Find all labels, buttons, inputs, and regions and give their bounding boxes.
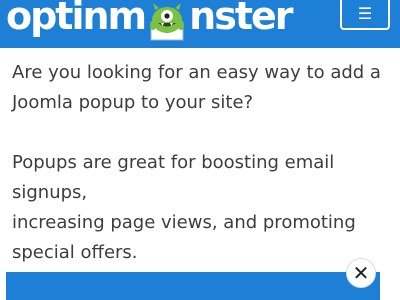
benefits-line-3: special offers. [12, 242, 138, 263]
optinmonster-logo[interactable]: optinm nster [6, 0, 294, 41]
close-icon: ✕ [352, 261, 370, 285]
popup-banner[interactable] [6, 272, 380, 300]
hamburger-menu-button[interactable]: ☰ [340, 0, 390, 30]
logo-text-right: nster [189, 0, 293, 38]
logo-text-left: optinm [6, 0, 147, 38]
intro-line-1: Are you looking for an easy way to add a [12, 62, 381, 83]
site-header: optinm nster ☰ [0, 0, 400, 48]
intro-paragraph: Are you looking for an easy way to add a… [12, 58, 392, 118]
hamburger-menu-icon: ☰ [357, 3, 373, 23]
monster-mascot-icon [145, 2, 189, 42]
article-content: Are you looking for an easy way to add a… [12, 58, 392, 268]
benefits-line-2: increasing page views, and promoting [12, 212, 356, 233]
popup-close-button[interactable]: ✕ [346, 258, 376, 288]
benefits-paragraph: Popups are great for boosting email sign… [12, 148, 392, 268]
benefits-line-1: Popups are great for boosting email sign… [12, 152, 335, 203]
intro-line-2: Joomla popup to your site? [12, 92, 254, 113]
